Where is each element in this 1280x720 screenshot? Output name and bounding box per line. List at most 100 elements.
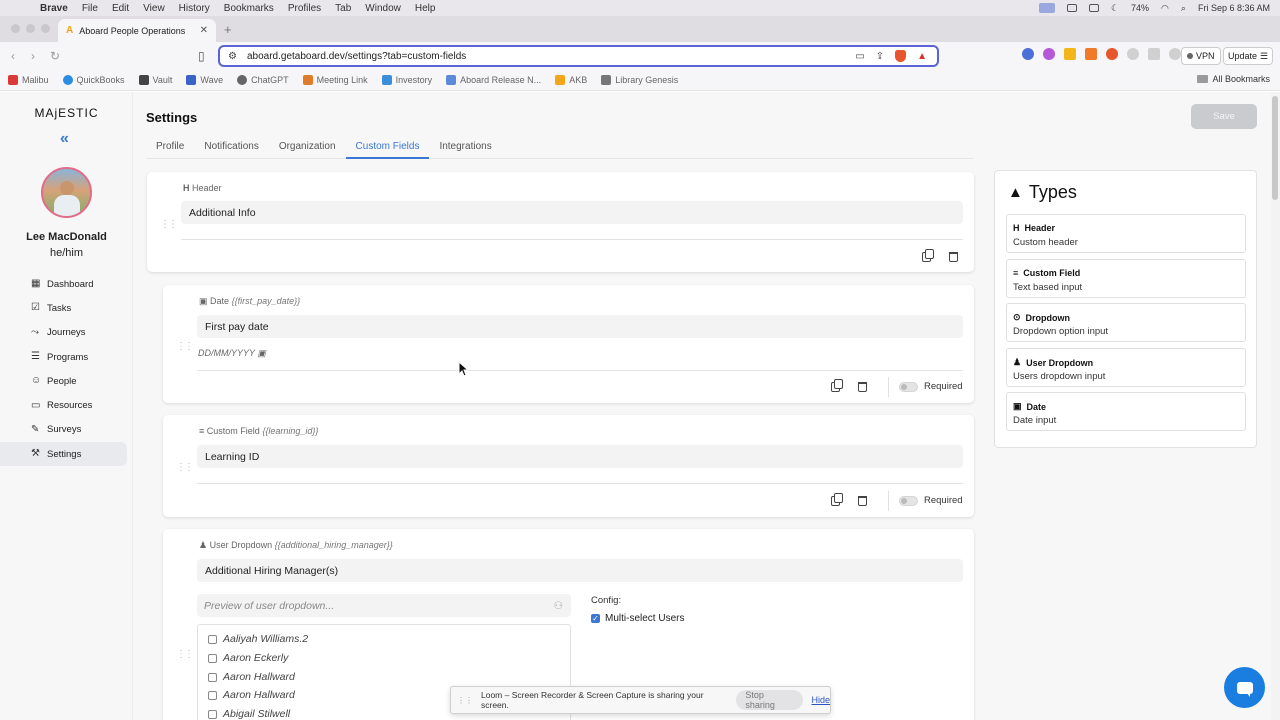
drag-handle-icon[interactable]: ⋮⋮: [176, 462, 194, 473]
forward-icon[interactable]: ›: [31, 49, 35, 63]
back-icon[interactable]: ‹: [11, 49, 15, 63]
sidebar-toggle-icon[interactable]: [1148, 48, 1160, 60]
user-option[interactable]: Aaron Eckerly: [208, 652, 288, 664]
tab-profile[interactable]: Profile: [146, 138, 194, 159]
drag-handle-icon[interactable]: ⋮⋮: [457, 696, 473, 705]
sidebar-item-resources[interactable]: ▭ Resources: [0, 393, 133, 417]
brave-shields-icon[interactable]: [895, 50, 907, 62]
add-user-icon[interactable]: ⚇: [554, 600, 563, 612]
date-name-input[interactable]: First pay date: [197, 315, 963, 338]
wifi-icon[interactable]: ◠: [1161, 3, 1169, 14]
bookmark-chatgpt[interactable]: ChatGPT: [237, 75, 289, 85]
user-option[interactable]: Aaron Hallward: [208, 671, 295, 683]
sidebar-item-tasks[interactable]: ☑ Tasks: [0, 296, 133, 320]
minimize-window-button[interactable]: [26, 24, 35, 33]
extension-1-icon[interactable]: [1022, 48, 1034, 60]
moon-icon[interactable]: ☾: [1111, 3, 1119, 14]
window-icon[interactable]: [1066, 4, 1077, 12]
menu-window[interactable]: Window: [365, 3, 401, 14]
bookmark-quickbooks[interactable]: QuickBooks: [62, 75, 125, 85]
extension-3-icon[interactable]: [1064, 48, 1076, 60]
update-button[interactable]: Update ☰: [1223, 47, 1274, 65]
duplicate-button[interactable]: [922, 249, 934, 263]
extension-5-icon[interactable]: [1106, 48, 1118, 60]
tab-custom-fields[interactable]: Custom Fields: [345, 138, 430, 159]
user-checkbox[interactable]: [208, 653, 217, 663]
delete-button[interactable]: [858, 496, 869, 507]
avatar[interactable]: [41, 167, 92, 218]
sidebar-item-programs[interactable]: ☰ Programs: [0, 345, 133, 369]
clock[interactable]: Fri Sep 6 8:36 AM: [1198, 3, 1270, 13]
user-option[interactable]: Aaron Hallward: [208, 689, 295, 701]
sidebar-item-people[interactable]: ☺ People: [0, 369, 133, 393]
sidebar-item-dashboard[interactable]: ▦ Dashboard: [0, 272, 133, 296]
drag-handle-icon[interactable]: ⋮⋮: [160, 219, 178, 230]
type-header[interactable]: H Header Custom header: [1006, 214, 1246, 253]
type-dropdown[interactable]: ⊙ Dropdown Dropdown option input: [1006, 303, 1246, 342]
menu-help[interactable]: Help: [415, 3, 436, 14]
close-window-button[interactable]: [11, 24, 20, 33]
url-text[interactable]: aboard.getaboard.dev/settings?tab=custom…: [247, 51, 466, 62]
required-toggle[interactable]: [899, 496, 918, 506]
bookmark-library-genesis[interactable]: Library Genesis: [601, 75, 678, 85]
extensions-menu-icon[interactable]: [1127, 48, 1139, 60]
bookmark-meeting-link[interactable]: Meeting Link: [302, 75, 368, 85]
zoom-window-button[interactable]: [41, 24, 50, 33]
bookmark-wave[interactable]: Wave: [186, 75, 223, 85]
type-custom-field[interactable]: ≡ Custom Field Text based input: [1006, 259, 1246, 298]
sidebar-item-journeys[interactable]: ⤳ Journeys: [0, 321, 133, 345]
bookmark-akb[interactable]: AKB: [555, 75, 587, 85]
collapse-sidebar-icon[interactable]: «: [60, 130, 69, 148]
reload-icon[interactable]: ↻: [50, 49, 60, 63]
bookmark-vault[interactable]: Vault: [138, 75, 172, 85]
menu-file[interactable]: File: [82, 3, 98, 14]
bookmark-malibu[interactable]: Malibu: [8, 75, 49, 85]
menu-view[interactable]: View: [143, 3, 165, 14]
tab-integrations[interactable]: Integrations: [429, 138, 501, 159]
required-toggle[interactable]: [899, 382, 918, 392]
bookmark-icon[interactable]: ▯: [198, 49, 205, 63]
user-checkbox[interactable]: [208, 634, 217, 644]
hide-banner-link[interactable]: Hide: [811, 695, 830, 705]
save-button[interactable]: Save: [1191, 104, 1257, 129]
vpn-button[interactable]: VPN: [1181, 47, 1221, 65]
delete-button[interactable]: [858, 382, 869, 393]
menu-tab[interactable]: Tab: [335, 3, 351, 14]
menu-edit[interactable]: Edit: [112, 3, 129, 14]
tab-notifications[interactable]: Notifications: [194, 138, 268, 159]
duplicate-button[interactable]: [831, 379, 843, 393]
screen-share-icon[interactable]: [1038, 3, 1055, 13]
user-checkbox[interactable]: [208, 672, 217, 682]
extension-2-icon[interactable]: [1043, 48, 1055, 60]
header-name-input[interactable]: Additional Info: [181, 201, 963, 224]
brave-rewards-icon[interactable]: ▲: [917, 51, 927, 62]
multi-select-checkbox[interactable]: ✓: [591, 614, 600, 623]
drag-handle-icon[interactable]: ⋮⋮: [176, 341, 194, 352]
battery-level[interactable]: 74%: [1131, 3, 1149, 13]
multi-select-option[interactable]: ✓ Multi-select Users: [591, 613, 684, 624]
page-scrollbar-thumb[interactable]: [1272, 96, 1278, 200]
site-settings-icon[interactable]: ⚙: [228, 51, 237, 62]
sidebar-item-surveys[interactable]: ✎ Surveys: [0, 418, 133, 442]
extension-4-icon[interactable]: [1085, 48, 1097, 60]
all-bookmarks[interactable]: All Bookmarks: [1197, 74, 1270, 84]
cast-icon[interactable]: ▭: [855, 51, 864, 62]
menu-bookmarks[interactable]: Bookmarks: [224, 3, 274, 14]
menu-app-name[interactable]: Brave: [40, 3, 68, 14]
brand-logo[interactable]: MAjESTIC: [0, 106, 133, 120]
user-dropdown-preview-input[interactable]: Preview of user dropdown... ⚇: [197, 594, 571, 617]
user-dropdown-name-input[interactable]: Additional Hiring Manager(s): [197, 559, 963, 582]
new-tab-icon[interactable]: +: [224, 22, 232, 37]
type-date[interactable]: ▣ Date Date input: [1006, 392, 1246, 431]
user-checkbox[interactable]: [208, 709, 217, 719]
sidebar-item-settings[interactable]: ⚒ Settings: [0, 442, 127, 467]
stop-sharing-button[interactable]: Stop sharing: [736, 690, 804, 710]
leo-icon[interactable]: [1169, 48, 1181, 60]
tab-organization[interactable]: Organization: [269, 138, 346, 159]
drag-handle-icon[interactable]: ⋮⋮: [176, 649, 194, 660]
user-option[interactable]: Aaliyah Williams.2: [208, 633, 308, 645]
chat-button[interactable]: [1224, 667, 1265, 708]
spotlight-icon[interactable]: ⌕: [1181, 3, 1186, 14]
custom-field-name-input[interactable]: Learning ID: [197, 445, 963, 468]
duplicate-button[interactable]: [831, 493, 843, 507]
